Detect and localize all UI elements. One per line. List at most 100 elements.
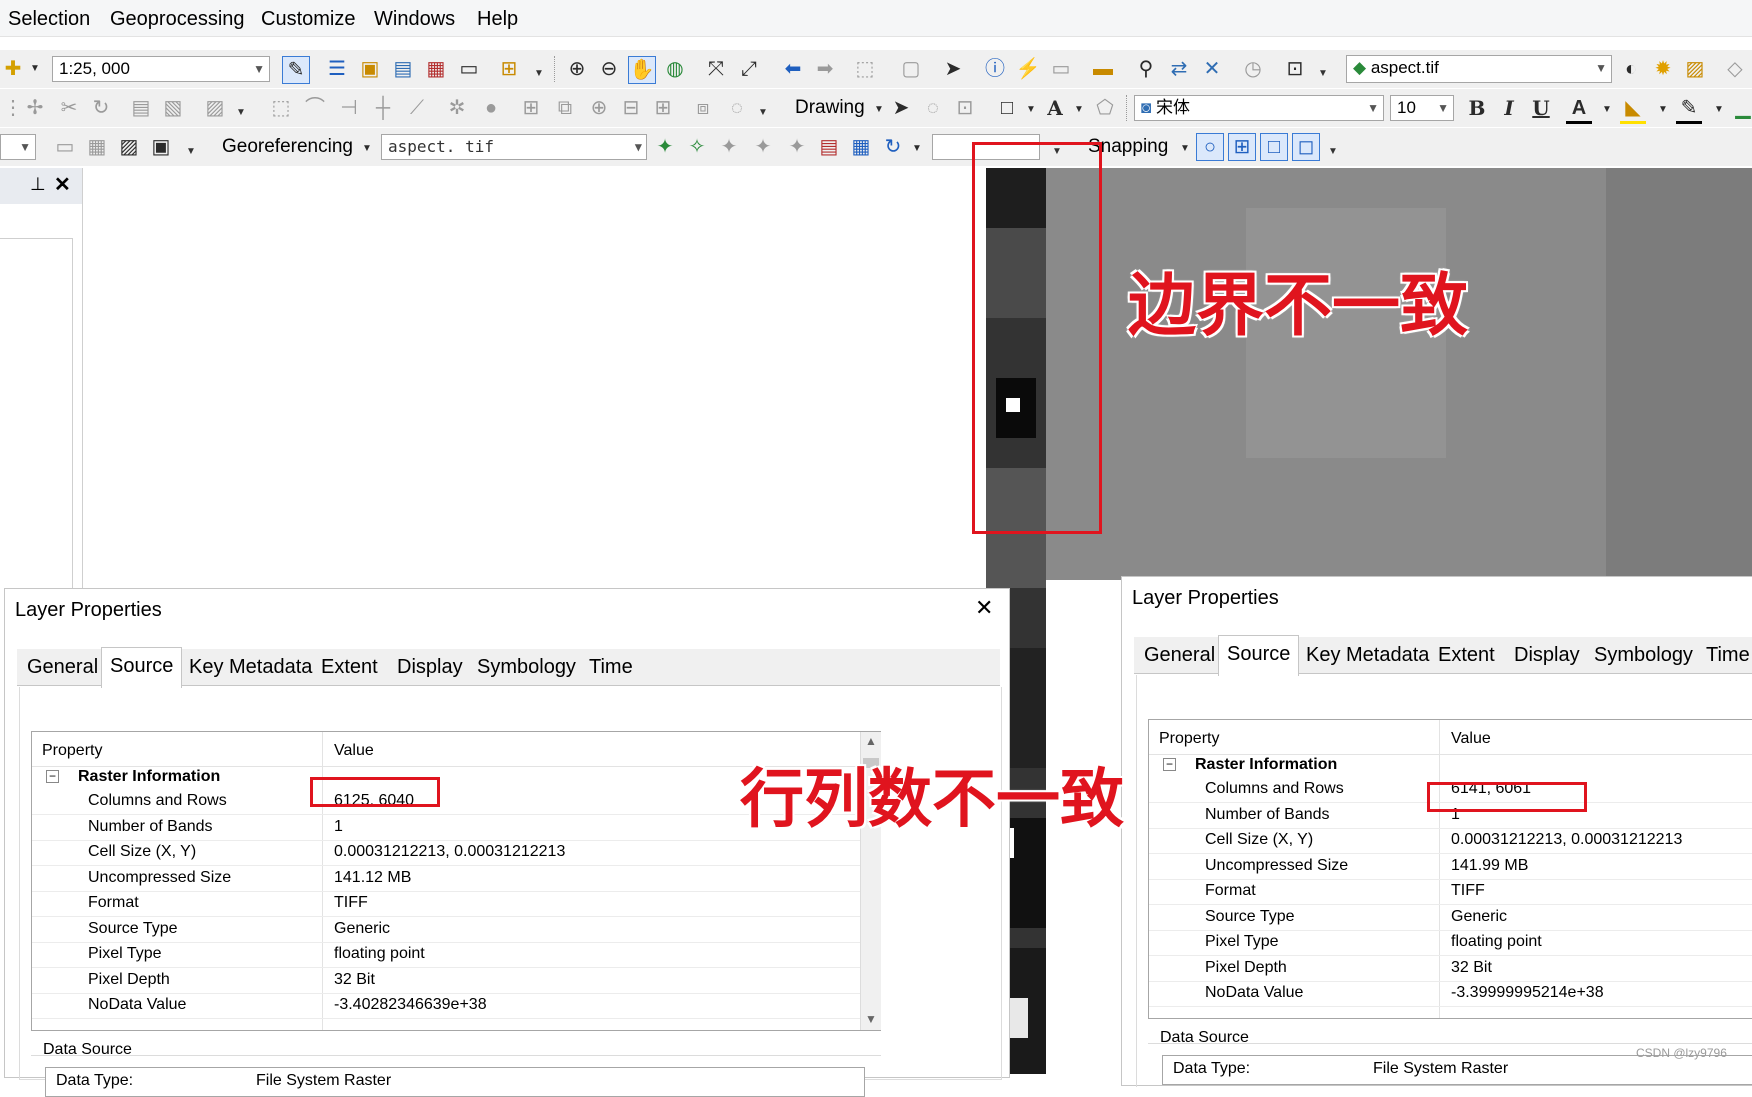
- tab-symbology[interactable]: Symbology: [1586, 637, 1701, 673]
- chevron-down-icon[interactable]: ▼: [22, 56, 48, 82]
- contrast-icon[interactable]: ◐: [1618, 56, 1644, 82]
- georeferencing-menu-button[interactable]: Georeferencing: [222, 136, 353, 158]
- fixed-zoom-out-icon[interactable]: ⤢: [736, 56, 762, 82]
- align-icon[interactable]: ⊞: [518, 95, 544, 121]
- select-elements-arrow-icon[interactable]: ➤: [940, 56, 966, 82]
- chevron-down-icon[interactable]: ▼: [1706, 97, 1732, 123]
- collapse-icon[interactable]: −: [1163, 758, 1176, 771]
- chevron-down-icon[interactable]: ▼: [1594, 97, 1620, 123]
- angle-icon[interactable]: ⟋: [404, 95, 430, 121]
- create-features-icon[interactable]: ▨: [202, 95, 228, 121]
- tab-symbology[interactable]: Symbology: [469, 649, 584, 685]
- delete-control-icon[interactable]: ✦: [784, 134, 810, 160]
- menu-windows[interactable]: Windows: [374, 8, 455, 31]
- group-icon[interactable]: ⧈: [690, 95, 716, 121]
- find-route-icon[interactable]: ⇄: [1166, 56, 1192, 82]
- tab-display[interactable]: Display: [1506, 637, 1588, 673]
- arctoolbox-icon[interactable]: ▦: [423, 56, 449, 82]
- edge-snapping-icon[interactable]: ◻: [1292, 133, 1320, 161]
- sparkle-icon[interactable]: ✲: [444, 95, 470, 121]
- zoom-out-icon[interactable]: ⊖: [596, 56, 622, 82]
- toolbar-overflow-icon[interactable]: ▼: [758, 107, 768, 125]
- sketch-properties-icon[interactable]: ▧: [160, 95, 186, 121]
- tab-time[interactable]: Time: [581, 649, 641, 685]
- tab-general[interactable]: General: [19, 649, 106, 685]
- chevron-down-icon[interactable]: ▼: [1018, 97, 1044, 123]
- italic-button[interactable]: I: [1496, 95, 1522, 121]
- text-tool-icon[interactable]: A: [1042, 95, 1068, 121]
- add-control-points-icon[interactable]: ✦: [652, 134, 678, 160]
- pin-icon[interactable]: ⊥: [30, 174, 46, 195]
- close-icon[interactable]: ✕: [975, 595, 993, 621]
- scroll-down-icon[interactable]: ▼: [865, 1012, 877, 1026]
- font-color-button[interactable]: A: [1566, 95, 1592, 124]
- map-scale-combo[interactable]: 1:25, 000 ▼: [52, 56, 270, 82]
- layer-combo[interactable]: ◆ aspect.tif ▼: [1346, 55, 1612, 83]
- go-to-xy-icon[interactable]: ✕: [1199, 56, 1225, 82]
- model-builder-icon[interactable]: ⊞: [496, 56, 522, 82]
- collapse-icon[interactable]: −: [46, 770, 59, 783]
- ungroup-icon[interactable]: ◌: [724, 95, 750, 121]
- full-extent-globe-icon[interactable]: ◍: [662, 56, 688, 82]
- menu-help[interactable]: Help: [477, 8, 518, 31]
- data-frame-icon[interactable]: ▨: [116, 134, 142, 160]
- find-binoculars-icon[interactable]: ⚲: [1133, 56, 1159, 82]
- layout-page-icon[interactable]: ▭: [52, 134, 78, 160]
- cut-polygon-icon[interactable]: ✂: [56, 95, 82, 121]
- search-window-icon[interactable]: ▤: [390, 56, 416, 82]
- georef-layer-combo[interactable]: aspect. tif ▼: [381, 134, 647, 160]
- python-window-icon[interactable]: ▭: [456, 56, 482, 82]
- select-elements-icon[interactable]: ➤: [888, 95, 914, 121]
- fixed-zoom-in-icon[interactable]: ⤧: [703, 56, 729, 82]
- toolbar-overflow-icon[interactable]: ▼: [1318, 68, 1328, 86]
- vertex-snapping-icon[interactable]: □: [1260, 133, 1288, 161]
- brightness-sun-icon[interactable]: ✹: [1650, 56, 1676, 82]
- cross-icon[interactable]: ┼: [370, 95, 396, 121]
- edit-vertices-draw-icon[interactable]: ⬠: [1092, 95, 1118, 121]
- menu-customize[interactable]: Customize: [261, 8, 355, 31]
- tab-general[interactable]: General: [1136, 637, 1223, 673]
- menu-geoprocessing[interactable]: Geoprocessing: [110, 8, 245, 31]
- union-icon[interactable]: ⊕: [586, 95, 612, 121]
- rotate-icon[interactable]: ↻: [88, 95, 114, 121]
- small-combo[interactable]: ▼: [0, 134, 36, 160]
- buffer-icon[interactable]: ⊞: [650, 95, 676, 121]
- move-icon[interactable]: ✢: [22, 95, 48, 121]
- html-popup-icon[interactable]: ▭: [1048, 56, 1074, 82]
- underline-button[interactable]: U: [1528, 95, 1554, 121]
- auto-registration-icon[interactable]: ✧: [684, 134, 710, 160]
- toolbar-overflow-icon[interactable]: ▼: [1328, 146, 1338, 164]
- chevron-down-icon[interactable]: ▼: [1066, 97, 1092, 123]
- tab-time[interactable]: Time: [1698, 637, 1752, 673]
- split-icon[interactable]: ⊣: [336, 95, 362, 121]
- merge-icon[interactable]: ⧉: [552, 95, 578, 121]
- swipe-icon[interactable]: ◇: [1722, 56, 1748, 82]
- forward-arrow-icon[interactable]: ➡: [812, 56, 838, 82]
- marker-color-icon[interactable]: ▁: [1730, 95, 1752, 121]
- rotate-raster-icon[interactable]: ↻: [880, 134, 906, 160]
- move-control-point-icon[interactable]: ✦: [716, 134, 742, 160]
- reshape-icon[interactable]: ⌒: [302, 95, 328, 121]
- font-size-combo[interactable]: 10 ▼: [1390, 95, 1454, 121]
- select-features-icon[interactable]: ⬚: [852, 56, 878, 82]
- rotate-element-icon[interactable]: ◌: [920, 95, 946, 121]
- link-table-icon[interactable]: ▦: [848, 134, 874, 160]
- measure-icon[interactable]: ▬: [1090, 56, 1116, 82]
- back-arrow-icon[interactable]: ⬅: [780, 56, 806, 82]
- viewer-icon[interactable]: ▤: [816, 134, 842, 160]
- tab-extent[interactable]: Extent: [313, 649, 386, 685]
- tab-display[interactable]: Display: [389, 649, 471, 685]
- drawing-menu-button[interactable]: Drawing: [795, 97, 865, 119]
- time-slider-icon[interactable]: ◷: [1240, 56, 1266, 82]
- menu-selection[interactable]: Selection: [8, 8, 90, 31]
- tab-source[interactable]: Source: [1218, 635, 1300, 676]
- close-icon[interactable]: ✕: [54, 172, 71, 197]
- toolbar-overflow-icon[interactable]: ▼: [186, 146, 196, 164]
- chevron-down-icon[interactable]: ▼: [354, 136, 380, 162]
- fill-color-bucket-icon[interactable]: ◣: [1620, 95, 1646, 124]
- toolbar-overflow-icon[interactable]: ▼: [534, 68, 544, 86]
- bold-button[interactable]: B: [1464, 95, 1490, 121]
- transparency-icon[interactable]: ▨: [1682, 56, 1708, 82]
- font-name-combo[interactable]: ◙ 宋体 ▼: [1134, 95, 1384, 121]
- zoom-to-selected-icon[interactable]: ⊡: [952, 95, 978, 121]
